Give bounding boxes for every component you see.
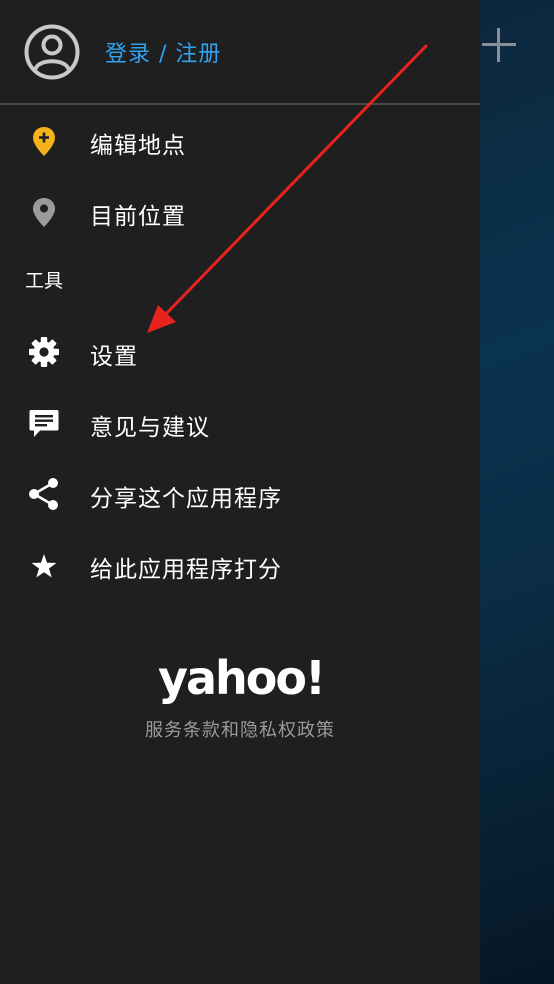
menu-label-edit-locations: 编辑地点	[90, 133, 186, 159]
menu-item-edit-locations[interactable]: 编辑地点	[0, 108, 480, 174]
avatar-icon[interactable]	[24, 24, 80, 80]
tools-section-heading: 工具	[25, 270, 64, 292]
menu-item-rate-app[interactable]: 给此应用程序打分	[0, 532, 480, 598]
star-icon	[31, 554, 57, 578]
svg-text:yahoo!: yahoo!	[158, 651, 324, 705]
menu-label-settings: 设置	[90, 344, 138, 370]
location-pin-add-icon	[33, 127, 55, 156]
menu-item-settings[interactable]: 设置	[0, 319, 480, 385]
menu-item-current-location[interactable]: 目前位置	[0, 179, 480, 245]
feedback-icon	[29, 410, 59, 437]
login-register-link[interactable]: 登录 / 注册	[105, 36, 221, 68]
menu-label-rate-app: 给此应用程序打分	[90, 557, 282, 583]
menu-label-current-location: 目前位置	[90, 204, 186, 230]
menu-item-feedback[interactable]: 意见与建议	[0, 390, 480, 456]
terms-privacy-link[interactable]: 服务条款和隐私权政策	[0, 716, 480, 742]
menu-label-share-app: 分享这个应用程序	[90, 486, 282, 512]
share-icon	[29, 478, 58, 510]
yahoo-logo: yahoo!	[158, 651, 326, 705]
drawer-header: 登录 / 注册	[0, 0, 480, 105]
gear-icon	[29, 337, 59, 367]
menu-item-share-app[interactable]: 分享这个应用程序	[0, 461, 480, 527]
location-pin-icon	[33, 198, 55, 227]
navigation-drawer: 登录 / 注册 编辑地点 目前位置 工具 设置 意见与建议 分享这个应用程序 给…	[0, 0, 480, 984]
menu-label-feedback: 意见与建议	[90, 415, 210, 441]
add-location-button[interactable]	[478, 24, 520, 66]
